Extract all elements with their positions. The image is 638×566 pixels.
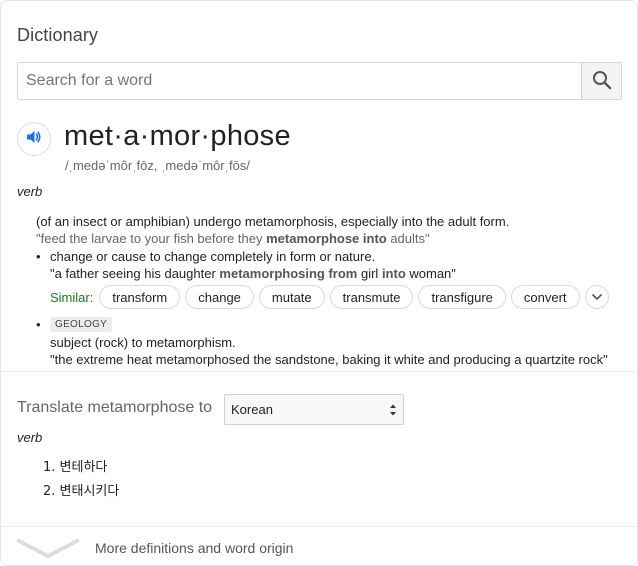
definition-example: "a father seeing his daughter metamorpho… <box>50 266 626 281</box>
language-value: Korean <box>231 402 273 417</box>
chevron-down-icon <box>591 288 603 306</box>
language-select[interactable]: Korean <box>224 394 404 425</box>
similar-chip[interactable]: change <box>185 285 254 309</box>
definition-text: (of an insect or amphibian) undergo meta… <box>36 214 510 229</box>
similar-label: Similar: <box>50 289 94 305</box>
example-highlight: metamorphosing from <box>219 266 358 281</box>
dictionary-card: Dictionary met·a·mor·phose /ˌmedəˈmôrˌfō… <box>0 0 638 566</box>
search-icon <box>592 70 612 93</box>
part-of-speech: verb <box>17 184 43 199</box>
similar-chip[interactable]: transform <box>99 285 181 309</box>
example-text: "feed the larvae to your fish before the… <box>36 231 267 246</box>
example-highlight: into <box>381 266 406 281</box>
list-bullet: • <box>36 249 41 264</box>
definition-example: "the extreme heat metamorphosed the sand… <box>50 352 608 367</box>
translation-part-of-speech: verb <box>17 430 43 445</box>
subject-tag: GEOLOGY <box>50 317 113 332</box>
speaker-icon <box>25 128 43 151</box>
definition-text: change or cause to change completely in … <box>50 249 376 264</box>
search-button[interactable] <box>581 63 621 99</box>
select-arrows-icon <box>389 403 397 417</box>
translate-label: Translate metamorphose to <box>17 399 213 416</box>
more-definitions-label: More definitions and word origin <box>95 540 294 556</box>
definition-2: • change or cause to change completely i… <box>36 249 626 281</box>
list-bullet: • <box>36 317 41 332</box>
translation-item: 1. 변테하다 <box>43 460 108 475</box>
pronunciation-button[interactable] <box>17 122 51 156</box>
expand-similar-button[interactable] <box>584 285 609 309</box>
chevron-down-icon <box>15 537 81 564</box>
example-text: "a father seeing his daughter <box>50 266 220 281</box>
similar-chip[interactable]: mutate <box>258 285 325 309</box>
more-definitions-button[interactable]: More definitions and word origin <box>1 527 637 565</box>
headword: met·a·mor·phose <box>64 120 291 152</box>
subject-tag-row: GEOLOGY <box>50 315 626 332</box>
definition-3: • GEOLOGY subject (rock) to metamorphism… <box>36 315 626 367</box>
card-title: Dictionary <box>17 25 99 45</box>
example-text: girl <box>357 266 382 281</box>
similar-chip[interactable]: transmute <box>329 285 414 309</box>
similar-words: Similar: transform change mutate transmu… <box>50 285 609 309</box>
definition-text: subject (rock) to metamorphism. <box>50 335 236 350</box>
example-highlight: metamorphose into <box>266 231 387 246</box>
definition-1: (of an insect or amphibian) undergo meta… <box>36 214 626 246</box>
definition-example: "feed the larvae to your fish before the… <box>36 231 626 246</box>
similar-chip[interactable]: transfigure <box>418 285 506 309</box>
similar-chip[interactable]: convert <box>510 285 580 309</box>
example-text: woman" <box>405 266 456 281</box>
example-text: adults" <box>386 231 430 246</box>
phonetic-spelling: /ˌmedəˈmôrˌfōz, ˌmedəˈmôrˌfōs/ <box>65 158 250 173</box>
translation-item: 2. 변태시키다 <box>43 484 120 499</box>
search-input[interactable] <box>18 63 581 99</box>
search-box <box>17 62 622 100</box>
divider <box>1 371 637 372</box>
